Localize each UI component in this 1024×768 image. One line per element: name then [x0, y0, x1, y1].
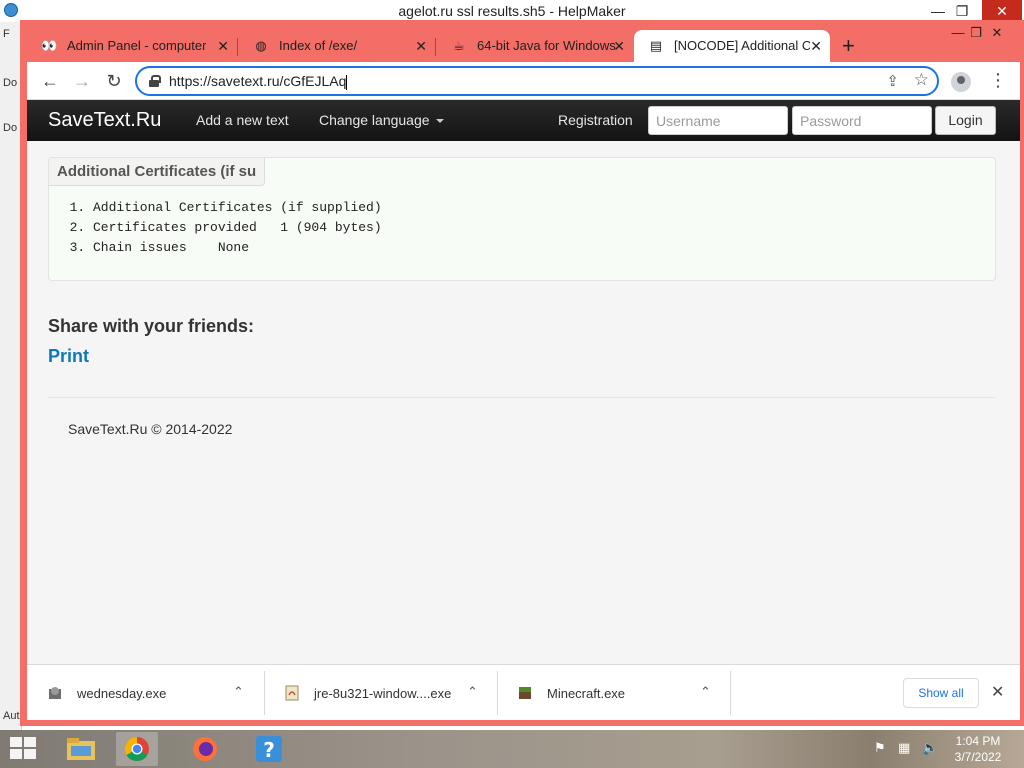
chevron-up-icon[interactable]: ⌃ [700, 684, 711, 700]
forward-arrow-icon[interactable]: → [70, 70, 94, 92]
download-filename: wednesday.exe [77, 686, 167, 701]
volume-icon[interactable]: 🔈 [922, 740, 938, 756]
firefox-icon[interactable] [184, 732, 226, 766]
chrome-icon[interactable] [116, 732, 158, 766]
tab-separator [435, 38, 436, 56]
download-filename: Minecraft.exe [547, 686, 626, 701]
reload-icon[interactable]: ↻ [102, 70, 126, 92]
close-shelf-icon[interactable]: ✕ [991, 682, 1004, 702]
minecraft-icon [519, 687, 531, 699]
helpmaker-title-bar: agelot.ru ssl results.sh5 - HelpMaker — … [0, 0, 1024, 22]
java-icon: ☕ [453, 38, 465, 53]
file-explorer-icon[interactable] [60, 732, 102, 766]
site-navbar: SaveText.Ru Add a new text Change langua… [27, 100, 1020, 141]
new-tab-button[interactable]: + [842, 34, 855, 58]
site-footer: SaveText.Ru © 2014-2022 [68, 421, 233, 437]
code-line: Certificates provided 1 (904 bytes) [93, 218, 382, 238]
browser-window: 👀 Admin Panel - computer ✕ ◍ Index of /e… [20, 20, 1024, 726]
installer-icon [49, 687, 61, 699]
document-icon: ▤ [649, 38, 663, 53]
helpmaker-window-title: agelot.ru ssl results.sh5 - HelpMaker [398, 3, 626, 19]
tab-nocode-additional[interactable]: ▤ [NOCODE] Additional Ce ✕ [634, 30, 830, 62]
profile-icon[interactable] [951, 72, 971, 92]
tab-strip: 👀 Admin Panel - computer ✕ ◍ Index of /e… [27, 22, 1020, 62]
tab-label: Admin Panel - computer [67, 38, 207, 53]
clock-date: 3/7/2022 [954, 750, 1002, 764]
browser-inner: 👀 Admin Panel - computer ✕ ◍ Index of /e… [27, 22, 1020, 720]
windows-start-icon[interactable] [10, 737, 38, 761]
page-content: Additional Certificates (if su Additiona… [27, 141, 1020, 664]
code-block-title: Additional Certificates (if su [49, 158, 266, 186]
registration-link[interactable]: Registration [558, 112, 633, 128]
tab-java-download[interactable]: ☕ 64-bit Java for Windows ✕ [437, 30, 633, 62]
star-icon[interactable]: ☆ [914, 70, 929, 90]
close-icon[interactable]: ✕ [810, 30, 822, 62]
download-shelf: wednesday.exe ⌃ jre-8u321-window....exe … [27, 664, 1020, 720]
share-icon[interactable]: ⇪ [886, 72, 899, 90]
tab-admin-panel[interactable]: 👀 Admin Panel - computer ✕ [27, 30, 237, 62]
username-input[interactable] [648, 106, 788, 135]
footer-divider [48, 397, 996, 398]
caret-down-icon [435, 119, 444, 124]
side-fragment: Do [3, 77, 18, 89]
code-line: Chain issues None [93, 238, 382, 258]
network-icon[interactable]: ▦ [898, 740, 910, 756]
code-line: Additional Certificates (if supplied) [93, 198, 382, 218]
action-center-icon[interactable]: ⚑ [874, 740, 886, 756]
share-heading: Share with your friends: [48, 316, 255, 336]
help-icon[interactable]: ? [248, 732, 290, 766]
shelf-separator [730, 671, 731, 715]
close-icon[interactable]: ✕ [217, 30, 229, 62]
lock-icon[interactable] [149, 75, 161, 87]
helpmaker-restore-button[interactable]: ❐ [948, 0, 976, 22]
site-brand[interactable]: SaveText.Ru [48, 109, 161, 132]
browser-toolbar: ← → ↻ https://savetext.ru/cGfEJLAq ⇪ ☆ ⋮ [27, 62, 1020, 100]
code-block: Additional Certificates (if su Additiona… [48, 157, 996, 281]
back-arrow-icon[interactable]: ← [38, 70, 62, 92]
svg-text:?: ? [263, 738, 275, 762]
close-icon[interactable]: ✕ [415, 30, 427, 62]
tab-separator [237, 38, 238, 56]
java-installer-icon [285, 685, 299, 701]
show-all-downloads-button[interactable]: Show all [903, 678, 979, 708]
tab-label: [NOCODE] Additional Ce [674, 38, 810, 53]
helpmaker-close-button[interactable]: ✕ [982, 0, 1022, 22]
download-filename: jre-8u321-window....exe [314, 686, 452, 701]
change-language-dropdown[interactable]: Change language [319, 112, 444, 128]
tab-index-of-exe[interactable]: ◍ Index of /exe/ ✕ [239, 30, 435, 62]
password-input[interactable] [792, 106, 932, 135]
close-icon[interactable]: ✕ [613, 30, 625, 62]
download-item-minecraft[interactable]: Minecraft.exe ⌃ [497, 665, 730, 720]
download-item-jre[interactable]: jre-8u321-window....exe ⌃ [264, 665, 497, 720]
chevron-up-icon[interactable]: ⌃ [233, 684, 244, 700]
tab-label: Index of /exe/ [279, 38, 358, 53]
address-bar[interactable]: https://savetext.ru/cGfEJLAq ⇪ ☆ [135, 66, 939, 96]
menu-kebab-icon[interactable]: ⋮ [989, 69, 1007, 91]
side-fragment: Aut [3, 710, 20, 722]
browser-close-button[interactable]: ✕ [982, 22, 1012, 44]
download-item-wednesday[interactable]: wednesday.exe ⌃ [27, 665, 264, 720]
add-new-text-link[interactable]: Add a new text [196, 112, 289, 128]
clock-time: 1:04 PM [955, 734, 1001, 748]
helpmaker-side-panel: F Do Do Aut [0, 22, 22, 730]
login-button[interactable]: Login [935, 106, 996, 135]
taskbar-clock[interactable]: 1:04 PM 3/7/2022 [946, 733, 1010, 765]
address-url[interactable]: https://savetext.ru/cGfEJLAq [169, 73, 347, 90]
taskbar: ? ⚑ ▦ 🔈 1:04 PM 3/7/2022 [0, 730, 1024, 768]
tab-label: 64-bit Java for Windows [477, 38, 616, 53]
change-language-label: Change language [319, 112, 430, 128]
side-fragment: Do [3, 122, 18, 134]
chevron-up-icon[interactable]: ⌃ [467, 684, 478, 700]
globe-icon: ◍ [255, 38, 267, 53]
print-link[interactable]: Print [48, 346, 89, 367]
eyes-icon: 👀 [41, 38, 58, 53]
code-lines: Additional Certificates (if supplied) Ce… [93, 198, 382, 258]
side-fragment: F [3, 28, 10, 40]
